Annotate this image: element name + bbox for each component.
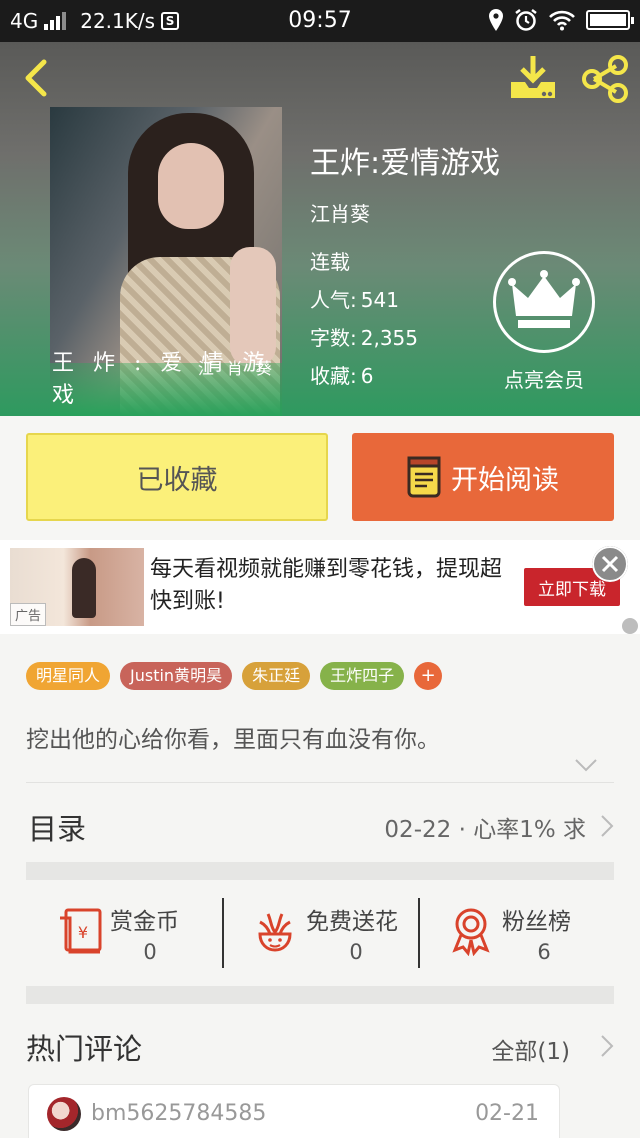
red-envelope-icon: ¥ [60,908,102,954]
divider [418,898,420,968]
all-comments-link[interactable]: 全部(1) [491,1032,570,1066]
status-right [488,8,634,32]
reward-coins-button[interactable]: ¥ 赏金币 0 [26,880,222,986]
close-icon[interactable] [592,546,628,582]
avatar[interactable] [47,1097,81,1131]
flower-icon [258,913,292,952]
ad-text: 每天看视频就能赚到零花钱，提现超快到账! [150,557,503,614]
catalog-row[interactable]: 目录 02-22 · 心率1% 求 [26,796,614,852]
tag-list: 明星同人 Justin黄明昊 朱正廷 王炸四子 + [26,662,443,690]
catalog-title: 目录 [28,812,87,846]
tag-chip[interactable]: Justin黄明昊 [120,662,233,690]
download-icon[interactable] [508,54,558,100]
location-icon [489,9,503,31]
hot-comments-title: 热门评论 [26,1032,143,1066]
tag-chip[interactable]: 朱正廷 [242,662,311,690]
book-header: 江 肖 葵 王 炸 : 爱 情 游 戏 王炸:爱情游戏 江肖葵 连载 人气: 54… [0,42,640,417]
book-status: 连载 [310,250,350,274]
comment-username[interactable]: bm5625784585 [91,1101,266,1126]
back-icon[interactable] [18,58,52,98]
chevron-down-icon[interactable] [574,758,598,772]
share-icon[interactable] [580,54,630,104]
fan-ranking-button[interactable]: 粉丝榜 6 [418,880,614,986]
vip-label: 点亮会员 [504,368,584,392]
alarm-icon [515,9,537,31]
add-tag-button[interactable]: + [414,662,443,690]
wifi-icon [549,10,575,31]
book-title: 王炸:爱情游戏 [310,146,501,181]
divider [26,782,614,783]
medal-icon [452,908,490,956]
support-row: ¥ 赏金币 0 免费送花 0 粉丝榜 6 [26,880,614,986]
comment-card[interactable]: bm5625784585 02-21 [28,1084,560,1138]
book-detail-content: 明星同人 Justin黄明昊 朱正廷 王炸四子 + 挖出他的心给你看，里面只有血… [0,634,640,1138]
send-flower-button[interactable]: 免费送花 0 [222,880,418,986]
ad-banner[interactable]: 广告 每天看视频就能赚到零花钱，提现超快到账! 立即下载 [0,540,640,634]
ad-thumbnail: 广告 [10,548,144,626]
tag-chip[interactable]: 王炸四子 [320,662,405,690]
vip-button[interactable] [493,251,595,353]
popularity-stat: 人气: 541 [310,288,399,312]
start-reading-button[interactable]: 开始阅读 [352,433,614,521]
comment-date: 02-21 [475,1101,539,1126]
cover-title-art: 王 炸 : 爱 情 游 戏 [52,351,271,408]
favorites-stat: 收藏: 6 [310,364,374,388]
divider [222,898,224,968]
tag-chip[interactable]: 明星同人 [26,662,111,690]
wordcount-stat: 字数: 2,355 [310,326,419,350]
section-separator [26,986,614,1004]
chevron-right-icon [601,815,614,837]
crown-icon [508,270,580,328]
book-icon [407,456,441,498]
ad-tag: 广告 [10,603,47,626]
chevron-right-icon[interactable] [600,1034,614,1058]
collected-button[interactable]: 已收藏 [26,433,328,521]
battery-icon [586,10,634,30]
action-bar: 已收藏 开始阅读 [0,416,640,540]
svg-text:¥: ¥ [78,923,88,942]
ad-mark-icon [622,618,638,634]
synopsis-text: 挖出他的心给你看，里面只有血没有你。 [26,727,440,753]
book-author[interactable]: 江肖葵 [310,198,370,227]
status-bar: 4G 22.1K/s S 09:57 [0,0,640,42]
book-cover[interactable]: 江 肖 葵 王 炸 : 爱 情 游 戏 [50,107,282,417]
latest-chapter: 02-22 · 心率1% 求 [384,817,586,843]
section-separator [26,862,614,880]
